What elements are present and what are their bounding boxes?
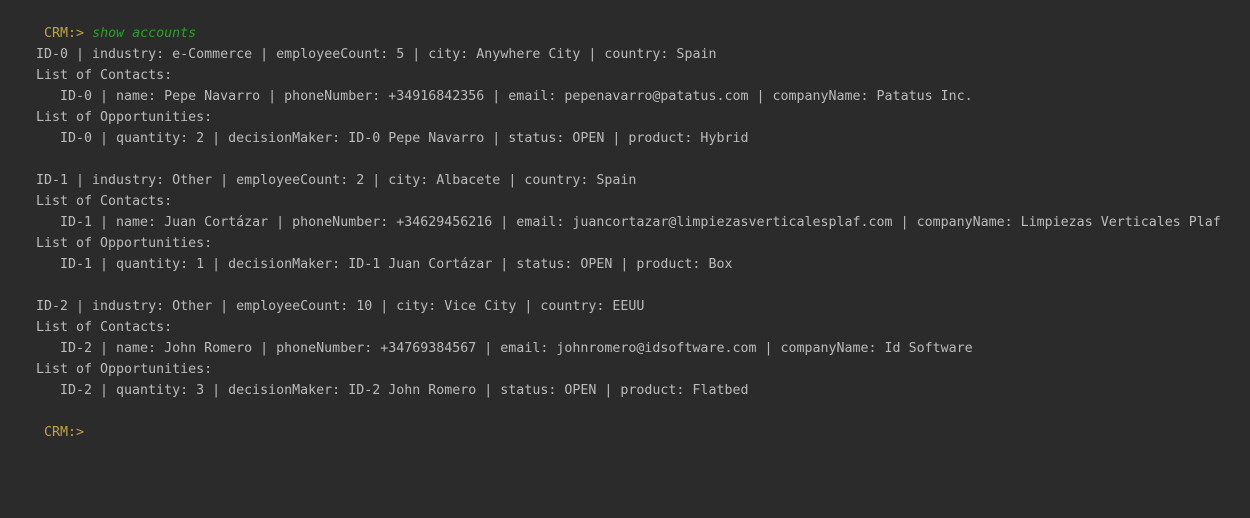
command-text: show accounts [92,26,197,41]
contacts-header: List of Contacts: [36,194,173,209]
account-summary: ID-2 | industry: Other | employeeCount: … [36,299,645,314]
account-summary: ID-0 | industry: e-Commerce | employeeCo… [36,47,717,62]
opportunity-entry: ID-0 | quantity: 2 | decisionMaker: ID-0… [60,131,749,146]
opportunities-header: List of Opportunities: [36,110,213,125]
opportunity-entry: ID-1 | quantity: 1 | decisionMaker: ID-1… [60,257,733,272]
prompt: CRM:> [44,26,85,41]
opportunities-header: List of Opportunities: [36,362,213,377]
contact-entry: ID-0 | name: Pepe Navarro | phoneNumber:… [60,89,973,104]
contacts-header: List of Contacts: [36,320,173,335]
contact-entry: ID-1 | name: Juan Cortázar | phoneNumber… [60,215,1221,230]
contacts-header: List of Contacts: [36,68,173,83]
input-prompt-line[interactable]: CRM:> [0,401,1250,440]
command-line: CRM:> show accounts [0,2,1250,41]
account-summary: ID-1 | industry: Other | employeeCount: … [36,173,637,188]
opportunities-header: List of Opportunities: [36,236,213,251]
terminal-console[interactable]: CRM:> show accounts ID-0 | industry: e-C… [0,0,1250,518]
prompt: CRM:> [44,425,85,440]
contact-entry: ID-2 | name: John Romero | phoneNumber: … [60,341,973,356]
opportunity-entry: ID-2 | quantity: 3 | decisionMaker: ID-2… [60,383,749,398]
